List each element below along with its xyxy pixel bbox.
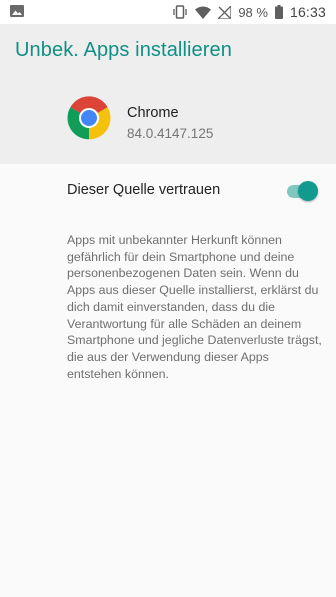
trust-source-setting[interactable]: Dieser Quelle vertrauen [0, 165, 336, 215]
wifi-icon [195, 6, 212, 19]
clock: 16:33 [289, 4, 326, 20]
page-title: Unbek. Apps installieren [15, 39, 232, 61]
app-name: Chrome [127, 105, 179, 121]
no-signal-icon [218, 5, 232, 19]
warning-text: Apps mit unbekannter Herkunft können gef… [67, 233, 322, 381]
chrome-logo-icon [67, 96, 111, 140]
battery-icon [274, 5, 283, 19]
app-header: Unbek. Apps installieren Chrome 84.0.414… [0, 24, 336, 164]
status-bar: 98 % 16:33 [0, 0, 336, 24]
image-icon [10, 5, 24, 17]
trust-source-label: Dieser Quelle vertrauen [67, 182, 221, 198]
toggle-thumb [298, 181, 318, 201]
battery-percent: 98 % [238, 4, 268, 20]
vibrate-icon [173, 5, 187, 19]
status-icons: 98 % 16:33 [172, 0, 326, 24]
trust-source-toggle[interactable] [285, 180, 321, 202]
app-version: 84.0.4147.125 [127, 126, 214, 141]
